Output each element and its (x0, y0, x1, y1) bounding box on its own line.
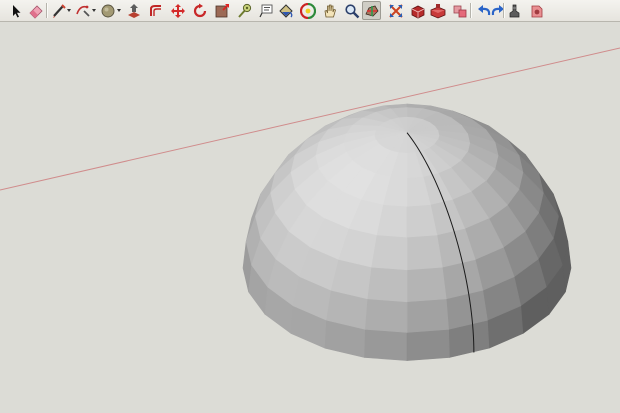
toolbar-separator (46, 3, 48, 18)
orbit-tool-button[interactable] (298, 1, 317, 20)
walk-icon (509, 4, 520, 18)
components-icon (453, 5, 467, 18)
hemisphere-face[interactable] (365, 298, 408, 333)
push-pull-icon (128, 4, 140, 18)
walk-tool-button[interactable] (505, 1, 524, 20)
model-scene[interactable] (0, 22, 620, 413)
text-icon (259, 4, 273, 18)
rotate-icon (193, 3, 207, 18)
chevron-down-icon[interactable] (67, 9, 71, 12)
select-arrow-icon (13, 5, 21, 18)
move-icon (171, 4, 185, 18)
look-around-icon (531, 5, 543, 18)
eraser-icon (29, 5, 43, 19)
toolbar (0, 0, 620, 22)
pencil-line-icon (53, 4, 66, 18)
3d-warehouse-icon (411, 5, 425, 19)
position-camera-icon (389, 4, 403, 18)
toolbar-separator (470, 3, 472, 18)
offset-icon (150, 5, 161, 16)
hemisphere-face[interactable] (371, 235, 408, 271)
position-camera-tool-button[interactable] (386, 1, 405, 20)
rotate-tool-button[interactable] (190, 1, 209, 20)
hemisphere-face[interactable] (406, 328, 450, 361)
chevron-down-icon[interactable] (92, 9, 96, 12)
paint-bucket-icon (279, 4, 293, 18)
hemisphere-face[interactable] (364, 328, 408, 361)
orbit-icon (300, 3, 316, 19)
push-pull-tool-button[interactable] (124, 1, 143, 20)
zoom-tool-button[interactable] (342, 1, 361, 20)
arc-tool-button[interactable] (73, 1, 92, 20)
modeling-viewport[interactable] (0, 22, 620, 413)
paint-bucket-tool-button[interactable] (276, 1, 295, 20)
pan-tool-button[interactable] (320, 1, 339, 20)
hemisphere-face[interactable] (367, 266, 408, 303)
shapes-tool-button[interactable] (98, 1, 117, 20)
zoom-extents-tool-button[interactable] (362, 1, 381, 20)
hemisphere-face[interactable] (406, 298, 449, 333)
offset-tool-button[interactable] (146, 1, 165, 20)
pan-hand-icon (324, 4, 336, 18)
circle-shape-icon (101, 4, 115, 18)
extension-warehouse-icon (430, 4, 446, 19)
look-around-tool-button[interactable] (527, 1, 546, 20)
arc-icon (76, 5, 90, 17)
hemisphere-face[interactable] (406, 235, 443, 271)
extension-warehouse-button[interactable] (428, 1, 447, 20)
components-button[interactable] (450, 1, 469, 20)
line-tool-button[interactable] (49, 1, 68, 20)
chevron-down-icon[interactable] (117, 9, 121, 12)
hemisphere-model[interactable] (242, 103, 572, 401)
tape-measure-tool-button[interactable] (234, 1, 253, 20)
move-tool-button[interactable] (168, 1, 187, 20)
eraser-tool-button[interactable] (26, 1, 45, 20)
text-tool-button[interactable] (256, 1, 275, 20)
scale-tool-button[interactable] (212, 1, 231, 20)
scale-icon (215, 4, 229, 18)
3d-warehouse-button[interactable] (408, 1, 427, 20)
sketchup-window (0, 0, 620, 413)
hemisphere-face[interactable] (406, 266, 447, 303)
select-tool-button[interactable] (6, 1, 25, 20)
zoom-icon (345, 4, 360, 19)
zoom-extents-icon (365, 5, 379, 17)
tape-measure-icon (238, 3, 252, 18)
